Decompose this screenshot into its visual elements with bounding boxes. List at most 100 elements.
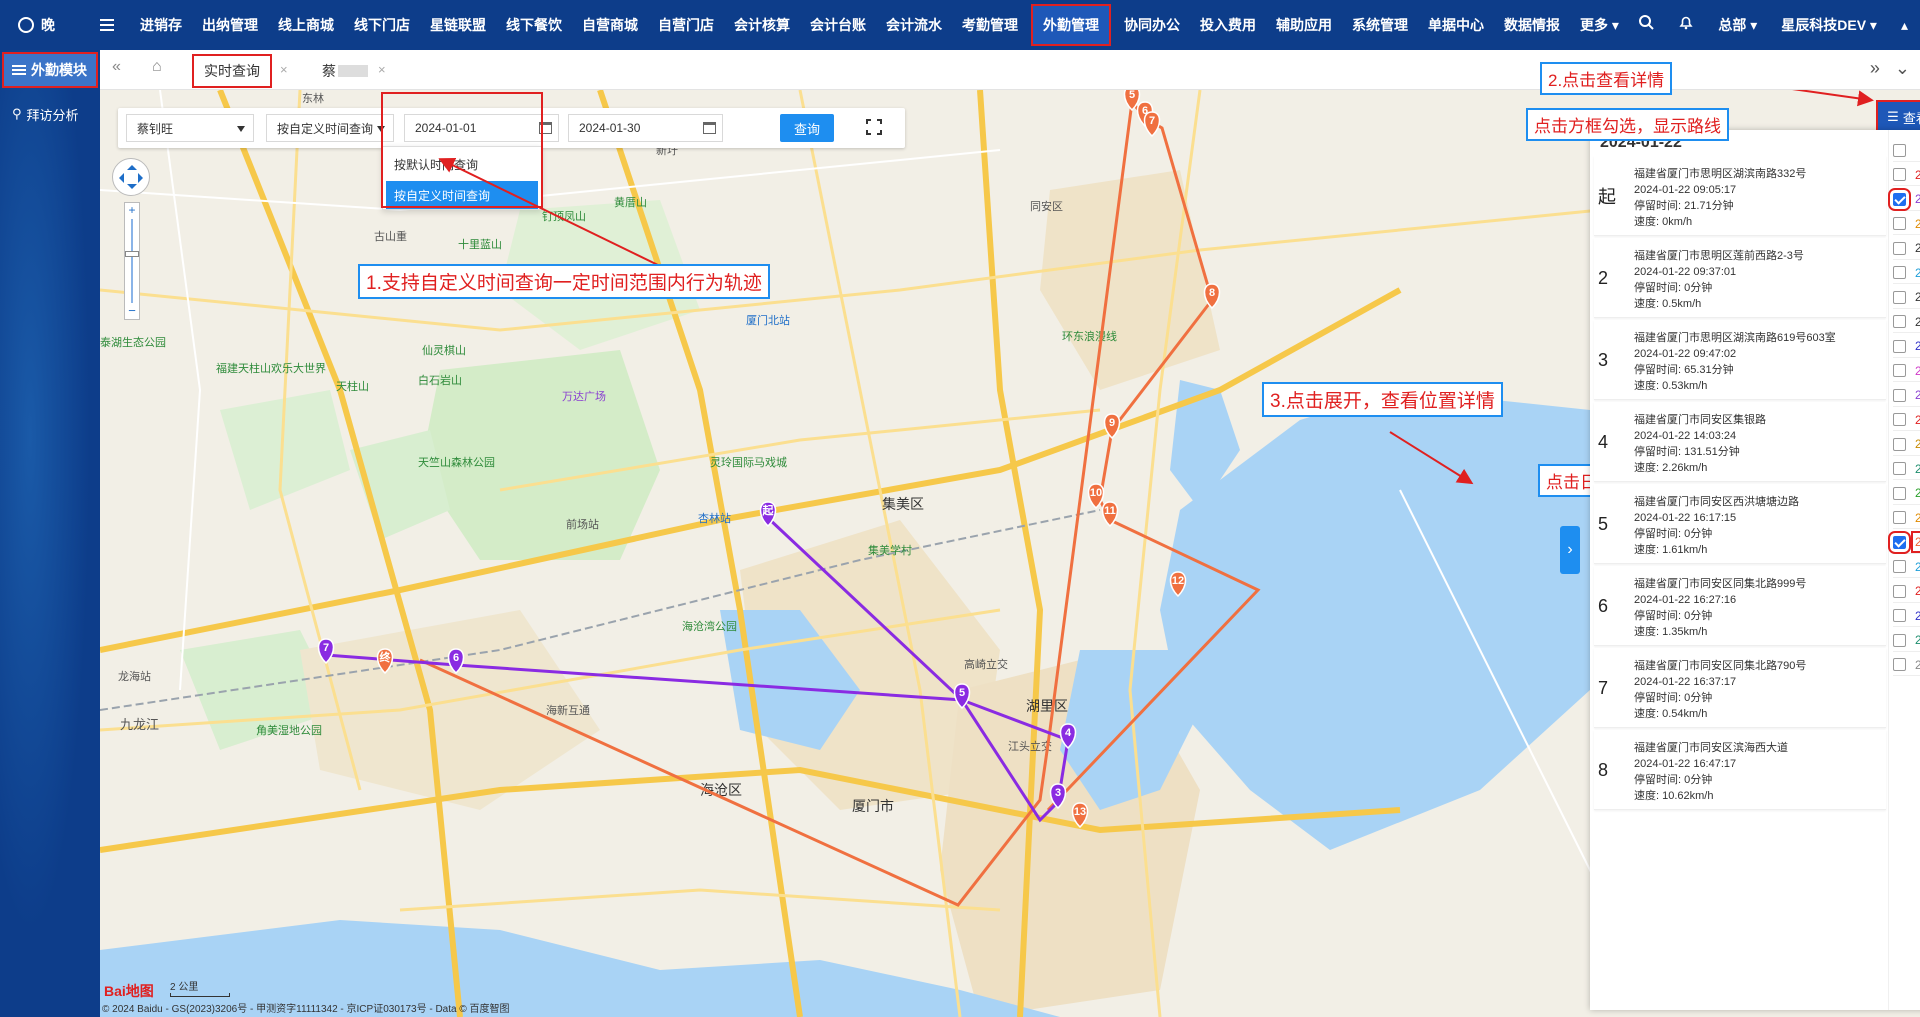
checkbox[interactable] bbox=[1893, 144, 1906, 157]
date-checkbox[interactable] bbox=[1893, 462, 1906, 475]
date-checkbox[interactable] bbox=[1893, 658, 1906, 671]
date-row[interactable]: 24-01-27 bbox=[1893, 630, 1920, 652]
brand[interactable]: 晚 bbox=[0, 0, 100, 50]
date-label[interactable]: 24-01-26 bbox=[1915, 609, 1920, 623]
date-label[interactable]: 24-01-08 bbox=[1915, 266, 1920, 280]
nav-item[interactable]: 线下餐饮 bbox=[496, 0, 572, 50]
date-checkbox[interactable] bbox=[1893, 584, 1906, 598]
nav-item[interactable]: 会计台账 bbox=[800, 0, 876, 50]
date-label[interactable]: 24-01-24 bbox=[1915, 584, 1920, 598]
date-checkbox[interactable] bbox=[1893, 168, 1906, 181]
list-item[interactable]: 4 福建省厦门市同安区集银路 2024-01-22 14:03:24 停留时间: 13… bbox=[1594, 402, 1886, 482]
sidebar-item-visit-analysis[interactable]: ⚲ 拜访分析 bbox=[0, 98, 100, 130]
date-row[interactable]: 24-01-16 bbox=[1893, 409, 1920, 431]
expand-panel-button[interactable]: › bbox=[1560, 526, 1580, 574]
date-checkbox[interactable] bbox=[1888, 187, 1911, 211]
tabs-next-icon[interactable]: » ⌄ bbox=[1870, 58, 1910, 79]
date-row[interactable]: 24-01-09 bbox=[1893, 287, 1920, 309]
date-row[interactable]: 24-01-19 bbox=[1893, 483, 1920, 505]
date-checkbox[interactable] bbox=[1893, 609, 1906, 622]
user-menu[interactable]: 星辰科技DEV ▾ bbox=[1769, 0, 1889, 50]
date-row[interactable]: 24-01-20 bbox=[1893, 507, 1920, 529]
date-checkbox[interactable] bbox=[1888, 530, 1911, 554]
date-label[interactable]: 24-01-04 bbox=[1915, 217, 1920, 231]
date-row[interactable]: 24-01-22 bbox=[1888, 530, 1920, 554]
list-item[interactable]: 8 福建省厦门市同安区滨海西大道 2024-01-22 16:47:17 停留时间: … bbox=[1594, 730, 1886, 810]
tab-close-icon[interactable]: × bbox=[280, 62, 288, 77]
date-row[interactable]: 24-01-17 bbox=[1893, 434, 1920, 456]
date-label[interactable]: 24-01-29 bbox=[1915, 658, 1920, 672]
map-area[interactable]: 集美区 湖里区 海沧区 厦门市 同安区 杏林站 前场站 万达广场 天竺山森林公园… bbox=[100, 90, 1920, 1017]
company-switch[interactable]: 总部 ▾ bbox=[1706, 0, 1769, 50]
nav-item[interactable]: 会计流水 bbox=[876, 0, 952, 50]
date-row[interactable]: 24-01-03 bbox=[1888, 187, 1920, 211]
date-label[interactable]: 24-01-16 bbox=[1915, 413, 1920, 427]
date-checkbox[interactable] bbox=[1893, 413, 1906, 426]
date-checkbox[interactable] bbox=[1893, 266, 1906, 279]
date-label[interactable]: 24-01-09 bbox=[1915, 290, 1920, 304]
tab-close-icon[interactable]: × bbox=[378, 62, 386, 77]
date-checkbox[interactable] bbox=[1893, 388, 1906, 402]
date-checkbox[interactable] bbox=[1893, 633, 1906, 647]
date-row[interactable]: 24-01-15 bbox=[1893, 385, 1920, 407]
date-row[interactable]: 24-01-23 bbox=[1893, 556, 1920, 578]
home-icon[interactable]: ⌂ bbox=[152, 58, 162, 76]
date-row[interactable]: 24-01-04 bbox=[1893, 213, 1920, 235]
nav-item[interactable]: 考勤管理 bbox=[952, 0, 1028, 50]
date-checkbox[interactable] bbox=[1893, 241, 1906, 255]
bell-icon[interactable] bbox=[1666, 0, 1706, 50]
date-row[interactable]: 24-01-26 bbox=[1893, 605, 1920, 627]
date-checkbox[interactable] bbox=[1893, 364, 1906, 377]
nav-item[interactable]: 线上商城 bbox=[268, 0, 344, 50]
collapse-icon[interactable]: ▴ bbox=[1889, 0, 1920, 50]
date-checkbox[interactable] bbox=[1893, 486, 1906, 500]
date-label[interactable]: 24-01-15 bbox=[1915, 388, 1920, 402]
list-item[interactable]: 起 福建省厦门市思明区湖滨南路332号 2024-01-22 09:05:17 停留时… bbox=[1594, 156, 1886, 236]
date-row[interactable]: 24-01-11 bbox=[1893, 336, 1920, 358]
date-checkbox[interactable] bbox=[1893, 437, 1906, 451]
nav-item[interactable]: 更多 ▾ bbox=[1570, 0, 1629, 50]
date-row[interactable]: 24-01-18 bbox=[1893, 458, 1920, 480]
tab-realtime[interactable]: 实时查询 bbox=[192, 54, 272, 88]
date-checkbox[interactable] bbox=[1893, 217, 1906, 230]
date-label[interactable]: 24-01-10 bbox=[1915, 315, 1920, 329]
date-row[interactable]: 24-01-12 bbox=[1893, 360, 1920, 382]
list-item[interactable]: 6 福建省厦门市同安区同集北路999号 2024-01-22 16:27:16 停留时… bbox=[1594, 566, 1886, 646]
nav-item[interactable]: 外勤管理 bbox=[1031, 4, 1111, 46]
date-all-row[interactable]: 全部 bbox=[1893, 140, 1920, 162]
tabs-prev-icon[interactable]: « bbox=[112, 58, 121, 76]
nav-item[interactable]: 自营门店 bbox=[648, 0, 724, 50]
date-label[interactable]: 24-01-02 bbox=[1915, 168, 1920, 182]
date-checkbox[interactable] bbox=[1893, 560, 1906, 573]
date-row[interactable]: 24-01-05 bbox=[1893, 238, 1920, 260]
date-row[interactable]: 24-01-08 bbox=[1893, 262, 1920, 284]
sidebar-module-title[interactable]: 外勤模块 bbox=[2, 52, 98, 88]
date-label[interactable]: 24-01-23 bbox=[1915, 560, 1920, 574]
date-row[interactable]: 24-01-10 bbox=[1893, 311, 1920, 333]
date-row[interactable]: 24-01-24 bbox=[1893, 581, 1920, 603]
date-label[interactable]: 24-01-19 bbox=[1915, 486, 1920, 500]
date-label[interactable]: 24-01-27 bbox=[1915, 633, 1920, 647]
date-checkbox[interactable] bbox=[1893, 339, 1906, 353]
menu-toggle-icon[interactable] bbox=[100, 0, 124, 50]
search-icon[interactable] bbox=[1626, 0, 1666, 50]
nav-item[interactable]: 辅助应用 bbox=[1266, 0, 1342, 50]
date-label[interactable]: 24-01-03 bbox=[1915, 192, 1920, 206]
nav-item[interactable]: 投入费用 bbox=[1190, 0, 1266, 50]
nav-item[interactable]: 进销存 bbox=[130, 0, 192, 50]
nav-item[interactable]: 会计核算 bbox=[724, 0, 800, 50]
list-item[interactable]: 2 福建省厦门市思明区莲前西路2-3号 2024-01-22 09:37:01 停留时… bbox=[1594, 238, 1886, 318]
date-label[interactable]: 24-01-17 bbox=[1915, 437, 1920, 451]
nav-item[interactable]: 协同办公 bbox=[1114, 0, 1190, 50]
date-label[interactable]: 24-01-12 bbox=[1915, 364, 1920, 378]
date-row[interactable]: 24-01-29 bbox=[1893, 654, 1920, 676]
date-label[interactable]: 24-01-22 bbox=[1910, 531, 1920, 553]
list-item[interactable]: 3 福建省厦门市思明区湖滨南路619号603室 2024-01-22 09:47:0… bbox=[1594, 320, 1886, 400]
list-item[interactable]: 5 福建省厦门市同安区西洪塘塘边路 2024-01-22 16:17:15 停留时间:… bbox=[1594, 484, 1886, 564]
date-checkbox[interactable] bbox=[1893, 511, 1906, 524]
nav-item[interactable]: 星链联盟 bbox=[420, 0, 496, 50]
date-label[interactable]: 24-01-11 bbox=[1915, 339, 1920, 353]
date-checkbox[interactable] bbox=[1893, 315, 1906, 328]
date-checkbox[interactable] bbox=[1893, 290, 1906, 304]
nav-item[interactable]: 系统管理 bbox=[1342, 0, 1418, 50]
